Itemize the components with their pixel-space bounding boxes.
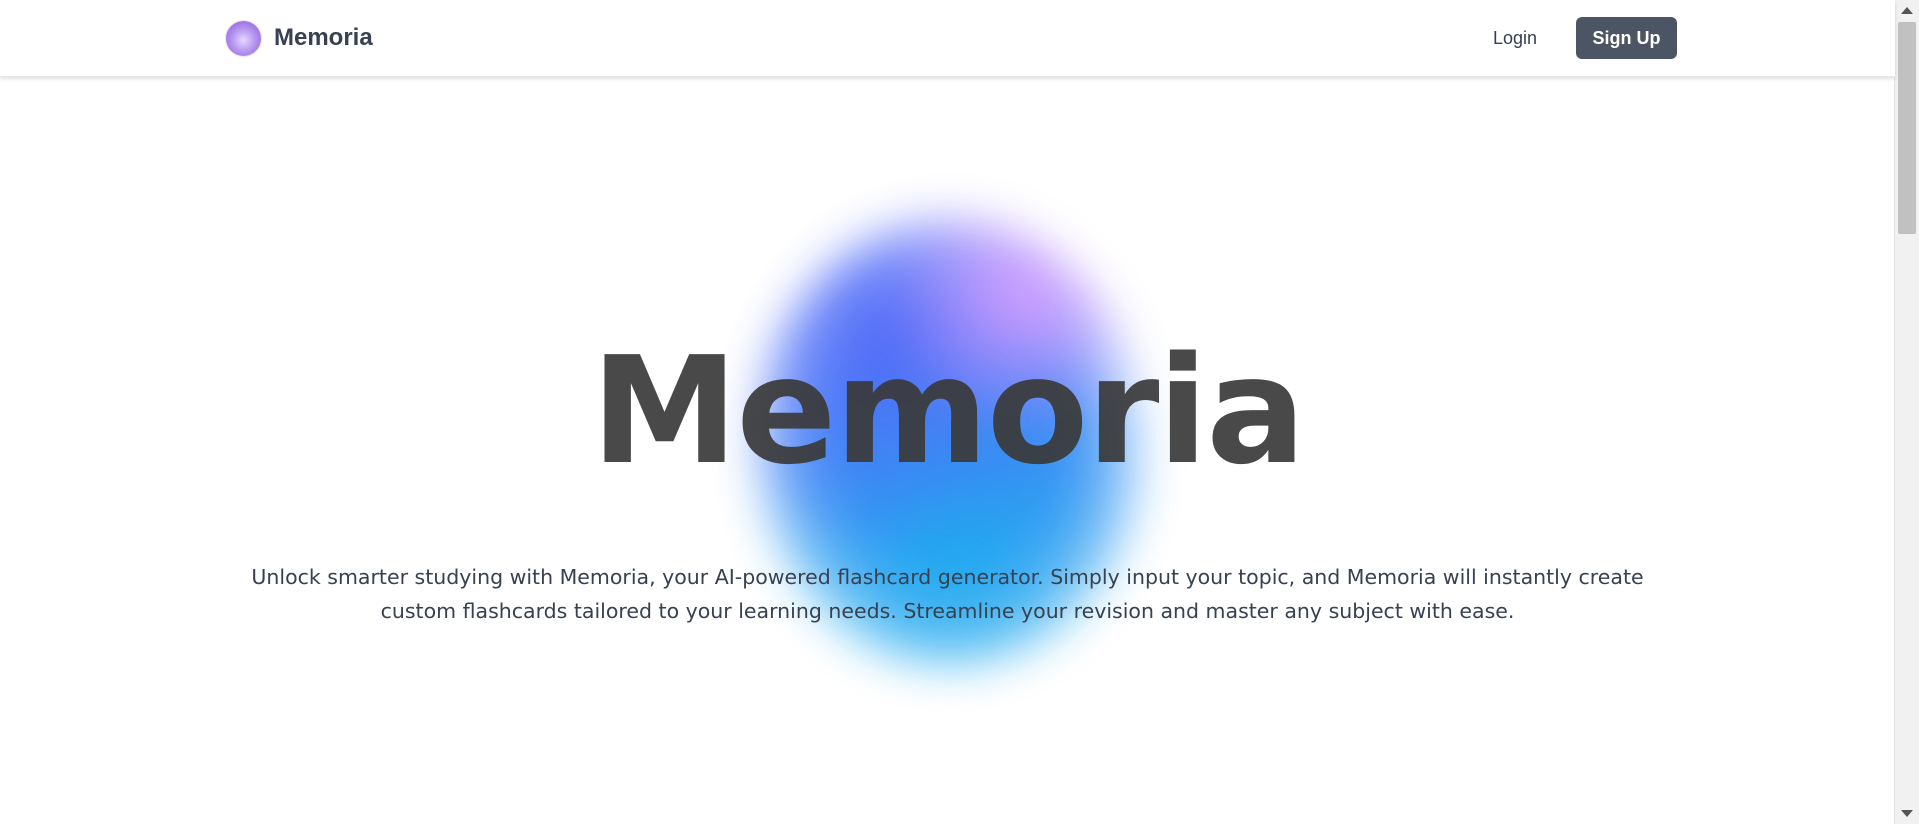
login-link[interactable]: Login: [1493, 25, 1537, 51]
brand[interactable]: Memoria: [226, 20, 373, 56]
scroll-down-arrow-icon[interactable]: [1901, 810, 1913, 817]
brand-name: Memoria: [274, 24, 373, 51]
page-scrollbar[interactable]: [1894, 0, 1919, 824]
memoria-logo-icon: [226, 20, 261, 56]
hero-title: Memoria: [590, 325, 1306, 497]
scroll-up-arrow-icon[interactable]: [1901, 7, 1913, 14]
scroll-thumb[interactable]: [1898, 22, 1916, 234]
hero-description: Unlock smarter studying with Memoria, yo…: [251, 565, 1644, 623]
sign-up-button[interactable]: Sign Up: [1576, 17, 1677, 59]
top-navbar: Memoria Login Sign Up: [0, 0, 1895, 77]
